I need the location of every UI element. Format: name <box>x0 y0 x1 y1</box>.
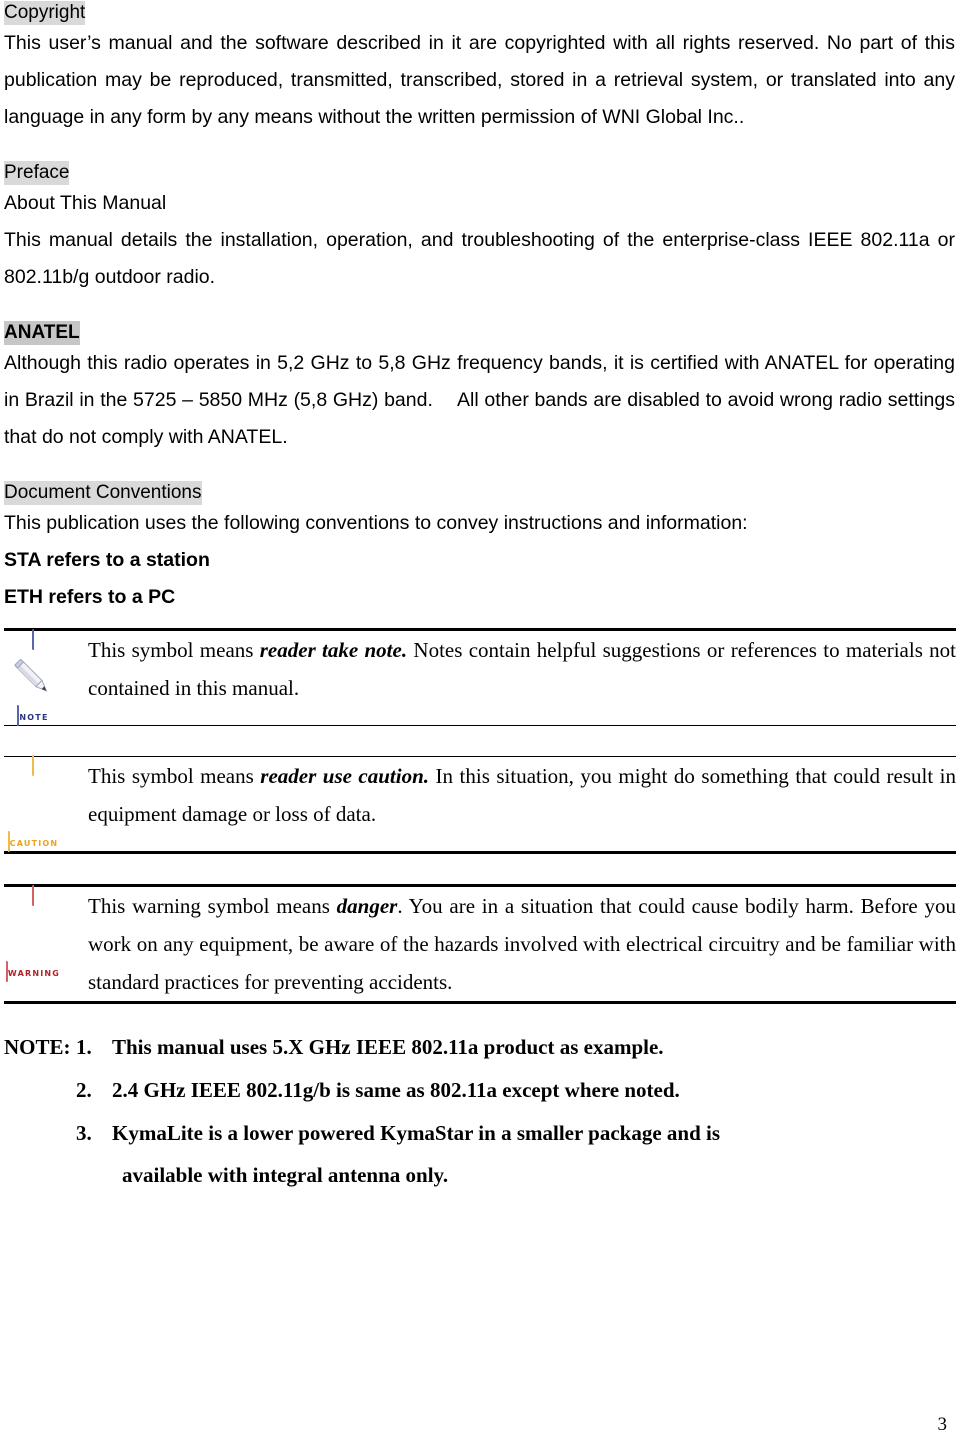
bottom-note-item-1: NOTE: 1. This manual uses 5.X GHz IEEE 8… <box>4 1026 955 1069</box>
bottom-note-text-2: 2.4 GHz IEEE 802.11g/b is same as 802.11… <box>112 1078 680 1102</box>
bottom-note-item-2: 2. 2.4 GHz IEEE 802.11g/b is same as 802… <box>4 1069 955 1112</box>
bottom-note-number-1: 1. <box>76 1035 92 1059</box>
table-spacer-row-1 <box>4 725 956 757</box>
caution-text-cell: This symbol means reader use caution. In… <box>88 756 956 853</box>
table-row-caution: CAUTION This symbol means reader use cau… <box>4 755 956 853</box>
warning-icon-caption: WARNING <box>7 969 61 978</box>
table-row-note: NOTE This symbol means reader take note.… <box>4 628 956 726</box>
bottom-note-block: NOTE: 1. This manual uses 5.X GHz IEEE 8… <box>4 1026 955 1195</box>
note-text-cell: This symbol means reader take note. Note… <box>88 628 956 726</box>
anatel-heading-text: ANATEL <box>4 321 80 345</box>
bottom-note-text-3: KymaLite is a lower powered KymaStar in … <box>112 1121 721 1145</box>
bottom-note-number-2: 2. <box>76 1078 92 1102</box>
definition-sta: STA refers to a station <box>4 549 210 571</box>
caution-text-emphasis: reader use caution. <box>260 764 430 788</box>
spacer-after-anatel <box>4 456 955 480</box>
conventions-table: NOTE This symbol means reader take note.… <box>4 628 956 1005</box>
warning-text-emphasis: danger <box>336 894 398 918</box>
warning-icon-wrap: WARNING <box>4 885 62 982</box>
spacer-2-left <box>4 851 88 886</box>
copyright-paragraph: This user’s manual and the software desc… <box>4 32 955 128</box>
bottom-note-continuation-3: available with integral antenna only. <box>122 1163 449 1187</box>
preface-subheading: About This Manual <box>4 192 167 214</box>
closing-left <box>4 1001 88 1005</box>
preface-heading-text: Preface <box>4 161 70 185</box>
section-heading-anatel: ANATEL <box>4 320 955 345</box>
note-icon-wrap: NOTE <box>4 629 62 726</box>
section-heading-preface: Preface <box>4 160 955 185</box>
bottom-note-label: NOTE: <box>4 1035 71 1059</box>
spacer-1-right <box>88 725 956 757</box>
caution-text-before: This symbol means <box>88 764 261 788</box>
spacer-after-copyright <box>4 136 955 160</box>
note-icon-caption: NOTE <box>19 713 49 722</box>
caution-icon-wrap: CAUTION <box>4 755 62 852</box>
section-heading-document-conventions: Document Conventions <box>4 480 955 505</box>
spacer-1-left <box>4 725 88 757</box>
note-pencil-icon <box>4 629 62 726</box>
preface-paragraph: This manual details the installation, op… <box>4 229 955 288</box>
bottom-note-text-1: This manual uses 5.X GHz IEEE 802.11a pr… <box>112 1035 664 1059</box>
page-number: 3 <box>937 1414 948 1435</box>
anatel-paragraph: Although this radio operates in 5,2 GHz … <box>4 352 955 448</box>
bottom-note-number-3: 3. <box>76 1121 92 1145</box>
table-row-warning: WARNING This warning symbol means danger… <box>4 884 956 1003</box>
document-conventions-heading-text: Document Conventions <box>4 481 202 505</box>
warning-text-cell: This warning symbol means danger. You ar… <box>88 884 956 1003</box>
caution-triangle-icon <box>4 755 62 852</box>
definition-eth: ETH refers to a PC <box>4 586 176 608</box>
note-text-before: This symbol means <box>88 638 260 662</box>
note-text-emphasis: reader take note. <box>259 638 408 662</box>
closing-right <box>88 1001 956 1005</box>
caution-icon-caption: CAUTION <box>9 839 59 848</box>
section-heading-copyright: Copyright <box>4 0 955 25</box>
table-closing-row <box>4 1001 956 1005</box>
bottom-note-item-3: 3. KymaLite is a lower powered KymaStar … <box>4 1112 955 1155</box>
spacer-after-preface <box>4 296 955 320</box>
warning-text-before: This warning symbol means <box>88 894 337 918</box>
warning-icon-cell: WARNING <box>4 884 88 1003</box>
spacer-2-right <box>88 851 956 886</box>
caution-icon-cell: CAUTION <box>4 755 88 853</box>
manual-page: Copyright This user’s manual and the sof… <box>0 0 969 1446</box>
note-icon-cell: NOTE <box>4 628 88 726</box>
copyright-heading-text: Copyright <box>4 1 86 25</box>
warning-bolt-icon <box>4 885 62 982</box>
document-conventions-intro: This publication uses the following conv… <box>4 512 748 534</box>
table-spacer-row-2 <box>4 851 956 886</box>
